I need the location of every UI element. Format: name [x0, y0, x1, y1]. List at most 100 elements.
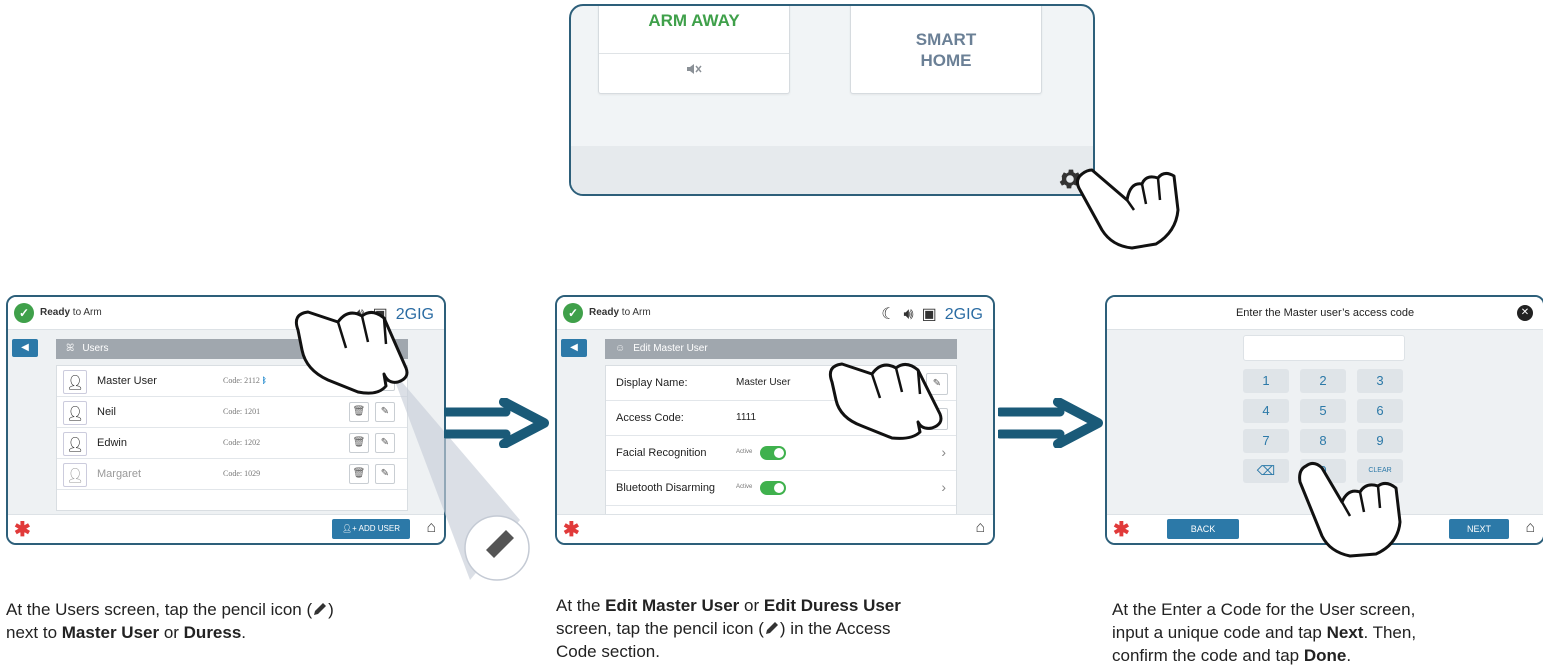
pointing-hand-icon	[1298, 461, 1402, 558]
field-value: 1111	[736, 412, 757, 423]
caption-text: . Then,	[1363, 623, 1417, 642]
key-7[interactable]: 7	[1243, 429, 1289, 453]
next-button[interactable]: NEXT	[1449, 519, 1509, 539]
arrow-right-icon	[998, 398, 1103, 448]
home-icon[interactable]: ⌂	[1525, 519, 1535, 537]
page-title-text: Users	[82, 343, 109, 354]
user-name: Margaret	[97, 468, 142, 480]
status-text: Ready to Arm	[40, 307, 102, 318]
home-icon[interactable]: ⌂	[975, 519, 985, 537]
speaker-icon: 🔊︎	[903, 306, 914, 323]
status-to-arm: to Arm	[619, 307, 651, 318]
key-4[interactable]: 4	[1243, 399, 1289, 423]
caption-line: Code section.	[556, 640, 901, 663]
list-item[interactable]: 👤︎ Neil Code: 1201 🗑︎ ✎	[57, 397, 407, 428]
caption-text: )	[328, 600, 334, 619]
caption-text: At the	[556, 596, 606, 615]
caption-text: screen, tap the pencil icon (	[556, 619, 764, 638]
field-value: Master User	[736, 377, 791, 388]
user-avatar-icon: 👤︎	[63, 370, 87, 394]
users-icon: ꕤ	[66, 343, 75, 354]
key-9[interactable]: 9	[1357, 429, 1403, 453]
smart-home-label-line2: HOME	[920, 51, 972, 70]
caption-line: At the Users screen, tap the pencil icon…	[6, 598, 334, 621]
user-avatar-icon: 👤︎	[63, 401, 87, 425]
back-button[interactable]: ◀	[561, 339, 587, 357]
trash-icon[interactable]: 🗑︎	[349, 464, 369, 484]
caption-step1: At the Users screen, tap the pencil icon…	[6, 598, 334, 644]
page-title-text: Edit Master User	[633, 343, 708, 354]
caption-bold: Edit Master User	[605, 596, 740, 615]
smart-home-label-line1: SMART	[915, 30, 977, 49]
arm-away-tile[interactable]: ARM AWAY	[598, 6, 790, 94]
caption-text: next to	[6, 623, 62, 642]
shield-check-icon: ✓	[563, 303, 583, 323]
bluetooth-disarming-toggle[interactable]	[760, 481, 786, 495]
caption-text: At the Enter a Code for the User screen,	[1112, 600, 1416, 619]
caption-text: .	[1346, 646, 1352, 665]
chevron-right-icon[interactable]: ›	[941, 444, 946, 460]
emergency-icon[interactable]: ✱	[14, 517, 31, 542]
pointing-hand-icon	[828, 362, 943, 440]
pointing-hand-icon	[1075, 168, 1180, 250]
user-avatar-icon: 👤︎	[63, 432, 87, 456]
caption-line: input a unique code and tap Next. Then,	[1112, 621, 1416, 644]
caption-bold: Master User	[61, 623, 160, 642]
key-6[interactable]: 6	[1357, 399, 1403, 423]
caption-text: or	[739, 596, 764, 615]
field-label: Access Code:	[616, 412, 684, 424]
facial-recognition-toggle[interactable]	[760, 446, 786, 460]
user-code: Code: 1029	[223, 469, 261, 478]
back-button[interactable]: ◀	[12, 339, 38, 357]
caption-text: ) in the Access	[779, 619, 891, 638]
status-text: Ready to Arm	[589, 307, 651, 318]
key-2[interactable]: 2	[1300, 369, 1346, 393]
status-bar: ✓ Ready to Arm ☾ 🔊︎ ▣ 2GIG	[557, 297, 993, 330]
bottom-bar: ✱ ⌂	[557, 514, 993, 543]
key-8[interactable]: 8	[1300, 429, 1346, 453]
field-label: Bluetooth Disarming	[616, 482, 716, 494]
keypad-prompt: Enter the Master user’s access code	[1235, 307, 1415, 319]
backspace-icon[interactable]: ⌫	[1243, 459, 1289, 483]
caption-bold: Next	[1326, 623, 1364, 642]
moon-icon: ☾	[881, 306, 896, 323]
caption-line: At the Enter a Code for the User screen,	[1112, 598, 1416, 621]
emergency-icon[interactable]: ✱	[563, 517, 580, 542]
speaker-muted-icon[interactable]	[599, 62, 789, 79]
access-code-field[interactable]	[1243, 335, 1405, 361]
smart-home-tile[interactable]: SMART HOME	[850, 6, 1042, 94]
key-3[interactable]: 3	[1357, 369, 1403, 393]
bluetooth-disarming-row[interactable]: Bluetooth Disarming Active ›	[606, 471, 956, 506]
key-5[interactable]: 5	[1300, 399, 1346, 423]
caption-bold: Done	[1303, 646, 1347, 665]
trash-icon[interactable]: 🗑︎	[349, 402, 369, 422]
user-code-text: Code: 2112	[223, 376, 260, 385]
user-icon: ☺	[615, 343, 626, 354]
caption-line: next to Master User or Duress.	[6, 621, 334, 644]
key-1[interactable]: 1	[1243, 369, 1289, 393]
brand-logo: 2GIG	[944, 306, 983, 323]
smart-home-label: SMART HOME	[851, 29, 1041, 71]
status-ready: Ready	[40, 307, 71, 318]
status-icons: ☾ 🔊︎ ▣ 2GIG	[873, 304, 983, 324]
shield-check-icon: ✓	[14, 303, 34, 323]
emergency-icon[interactable]: ✱	[1113, 517, 1130, 542]
list-item[interactable]: 👤︎ Margaret Code: 1029 🗑︎ ✎	[57, 459, 407, 490]
status-to-arm: to Arm	[70, 307, 102, 318]
toggle-status: Active	[736, 484, 753, 490]
list-item[interactable]: 👤︎ Edwin Code: 1202 🗑︎ ✎	[57, 428, 407, 459]
arm-away-label: ARM AWAY	[648, 11, 740, 30]
keypad-header: Enter the Master user’s access code ✕	[1107, 297, 1543, 330]
caption-bold: Edit Duress User	[763, 596, 901, 615]
user-avatar-icon: 👤︎	[63, 463, 87, 487]
arrow-right-icon	[444, 398, 549, 448]
user-name: Master User	[97, 375, 157, 387]
close-icon[interactable]: ✕	[1517, 305, 1533, 321]
caption-line: screen, tap the pencil icon ( ) in the Ac…	[556, 617, 901, 640]
back-button[interactable]: BACK	[1167, 519, 1239, 539]
trash-icon[interactable]: 🗑︎	[349, 433, 369, 453]
user-code: Code: 1202	[223, 438, 261, 447]
caption-text: .	[241, 623, 247, 642]
chevron-right-icon[interactable]: ›	[941, 479, 946, 495]
field-label: Display Name:	[616, 377, 688, 389]
